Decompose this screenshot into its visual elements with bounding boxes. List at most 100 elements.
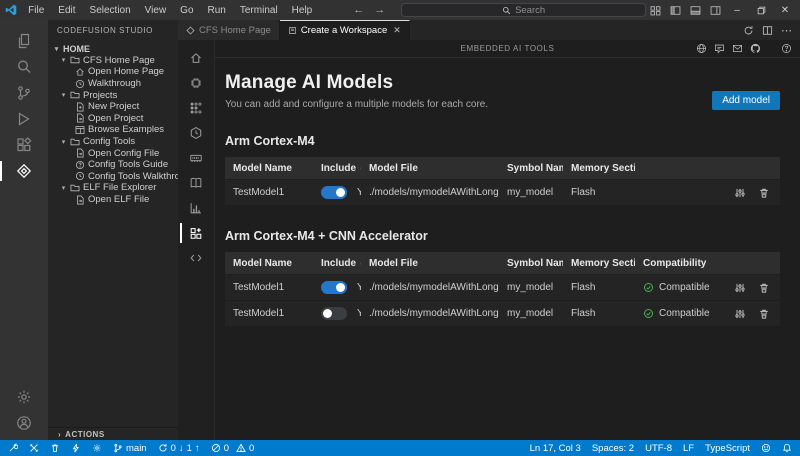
- app-window: File Edit Selection View Go Run Terminal…: [0, 0, 800, 456]
- tree-item-projects[interactable]: ▾ Projects: [48, 89, 178, 101]
- sync-indicator[interactable]: 0↓ 1↑: [158, 443, 200, 454]
- toggle-sidebar-icon[interactable]: [666, 1, 684, 19]
- menu-help[interactable]: Help: [285, 0, 320, 20]
- mail-icon[interactable]: [732, 43, 743, 54]
- globe-icon[interactable]: [696, 43, 707, 54]
- tree-item-open-project[interactable]: Open Project: [48, 113, 178, 125]
- models-table-cortex-m4: Model Name Include Model File Symbol Nam…: [225, 157, 780, 205]
- encoding[interactable]: UTF-8: [645, 443, 672, 454]
- check-circle-icon: [643, 308, 654, 319]
- explorer-icon[interactable]: [0, 28, 48, 54]
- rail-chip-icon[interactable]: [178, 75, 215, 91]
- diamond-icon: [186, 26, 195, 35]
- debug-gear-icon[interactable]: [92, 443, 102, 453]
- more-actions-icon[interactable]: ⋯: [781, 24, 792, 37]
- tab-cfs-home-page[interactable]: CFS Home Page: [178, 20, 280, 40]
- rail-code-icon[interactable]: [178, 250, 215, 266]
- include-toggle[interactable]: [321, 281, 347, 294]
- table-header-row: Model Name Include Model File Symbol Nam…: [225, 252, 780, 274]
- include-toggle[interactable]: [321, 186, 347, 199]
- chevron-right-icon: ›: [58, 430, 61, 439]
- help-icon[interactable]: [781, 43, 792, 54]
- wrench-icon[interactable]: [8, 443, 18, 453]
- tree-item-config-tools-guide[interactable]: Config Tools Guide: [48, 159, 178, 171]
- close-window-button[interactable]: ✕: [774, 1, 796, 19]
- tree-item-config-tools-walkthrough[interactable]: Config Tools Walkthrough: [48, 171, 178, 183]
- rail-plots-icon[interactable]: [178, 200, 215, 216]
- problems-indicator[interactable]: 0 0: [211, 443, 255, 454]
- customize-layout-icon[interactable]: [646, 1, 664, 19]
- tree-item-walkthrough[interactable]: Walkthrough: [48, 78, 178, 90]
- split-editor-icon[interactable]: [762, 25, 773, 36]
- settings-gear-icon[interactable]: [0, 384, 48, 410]
- trash-icon[interactable]: [758, 187, 770, 199]
- flash-icon[interactable]: [71, 443, 81, 453]
- restore-button[interactable]: [750, 1, 772, 19]
- model-file-value: ./models/mymodelAWithLongTitle.t...: [361, 282, 499, 293]
- restart-icon[interactable]: [743, 25, 754, 36]
- sync-icon: [158, 443, 168, 453]
- feedback-smiley-icon[interactable]: [761, 443, 771, 453]
- tree-item-elf-file-explorer[interactable]: ▾ ELF File Explorer: [48, 182, 178, 194]
- back-arrow-icon[interactable]: ←: [353, 4, 364, 16]
- build-tools-icon[interactable]: [29, 443, 39, 453]
- menu-terminal[interactable]: Terminal: [233, 0, 285, 20]
- menu-file[interactable]: File: [21, 0, 51, 20]
- indentation[interactable]: Spaces: 2: [592, 443, 634, 454]
- tree-item-config-tools[interactable]: ▾ Config Tools: [48, 136, 178, 148]
- menu-view[interactable]: View: [138, 0, 174, 20]
- codefusion-studio-icon[interactable]: [0, 158, 48, 184]
- include-toggle[interactable]: [321, 307, 347, 320]
- rail-clock-config-icon[interactable]: [178, 125, 215, 141]
- trash-icon[interactable]: [758, 308, 770, 320]
- menu-run[interactable]: Run: [201, 0, 233, 20]
- toggle-panel-icon[interactable]: [686, 1, 704, 19]
- search-view-icon[interactable]: [0, 54, 48, 80]
- run-debug-icon[interactable]: [0, 106, 48, 132]
- actions-section[interactable]: › ACTIONS: [48, 427, 178, 440]
- forward-arrow-icon[interactable]: →: [374, 4, 385, 16]
- minimize-button[interactable]: –: [726, 1, 748, 19]
- eol-type[interactable]: LF: [683, 443, 694, 454]
- sliders-icon[interactable]: [734, 282, 746, 294]
- chevron-down-icon: ▾: [60, 91, 67, 99]
- sliders-icon[interactable]: [734, 308, 746, 320]
- close-tab-icon[interactable]: ✕: [393, 25, 401, 36]
- feedback-icon[interactable]: [714, 43, 725, 54]
- menu-go[interactable]: Go: [173, 0, 200, 20]
- symbol-name-value: my_model: [499, 308, 563, 319]
- menu-selection[interactable]: Selection: [83, 0, 138, 20]
- tree-item-open-home-page[interactable]: Open Home Page: [48, 66, 178, 78]
- rail-home-icon[interactable]: [178, 50, 215, 66]
- command-center-search[interactable]: Search: [401, 3, 646, 17]
- source-control-icon[interactable]: [0, 80, 48, 106]
- browse-icon: [75, 125, 85, 135]
- tab-create-a-workspace[interactable]: Create a Workspace ✕: [280, 20, 410, 40]
- toggle-secondary-sidebar-icon[interactable]: [706, 1, 724, 19]
- rail-manage-models-icon[interactable]: [178, 225, 215, 241]
- rail-memory-icon[interactable]: [178, 150, 215, 166]
- tree-item-cfs-home-page[interactable]: ▾ CFS Home Page: [48, 55, 178, 67]
- notifications-bell-icon[interactable]: [782, 443, 792, 453]
- extensions-icon[interactable]: [0, 132, 48, 158]
- cursor-position[interactable]: Ln 17, Col 3: [530, 443, 581, 454]
- sliders-icon[interactable]: [734, 187, 746, 199]
- tree-item-open-elf-file[interactable]: Open ELF File: [48, 194, 178, 206]
- new-file-icon: [75, 102, 85, 112]
- tree-item-open-config-file[interactable]: Open Config File: [48, 147, 178, 159]
- clean-trash-icon[interactable]: [50, 443, 60, 453]
- rail-registers-book-icon[interactable]: [178, 175, 215, 191]
- account-icon[interactable]: [0, 410, 48, 436]
- rail-pin-config-icon[interactable]: [178, 100, 215, 116]
- add-model-button[interactable]: Add model: [712, 91, 780, 110]
- menu-edit[interactable]: Edit: [51, 0, 82, 20]
- git-branch-indicator[interactable]: main: [113, 443, 147, 454]
- language-mode[interactable]: TypeScript: [705, 443, 750, 454]
- tree-item-browse-examples[interactable]: Browse Examples: [48, 124, 178, 136]
- github-icon[interactable]: [750, 43, 761, 54]
- editor-tab-bar: CFS Home Page Create a Workspace ✕ ⋯: [178, 20, 800, 40]
- col-memory-section: Memory Section: [563, 163, 635, 174]
- tree-section-home[interactable]: ▾ HOME: [48, 43, 178, 55]
- trash-icon[interactable]: [758, 282, 770, 294]
- tree-item-new-project[interactable]: New Project: [48, 101, 178, 113]
